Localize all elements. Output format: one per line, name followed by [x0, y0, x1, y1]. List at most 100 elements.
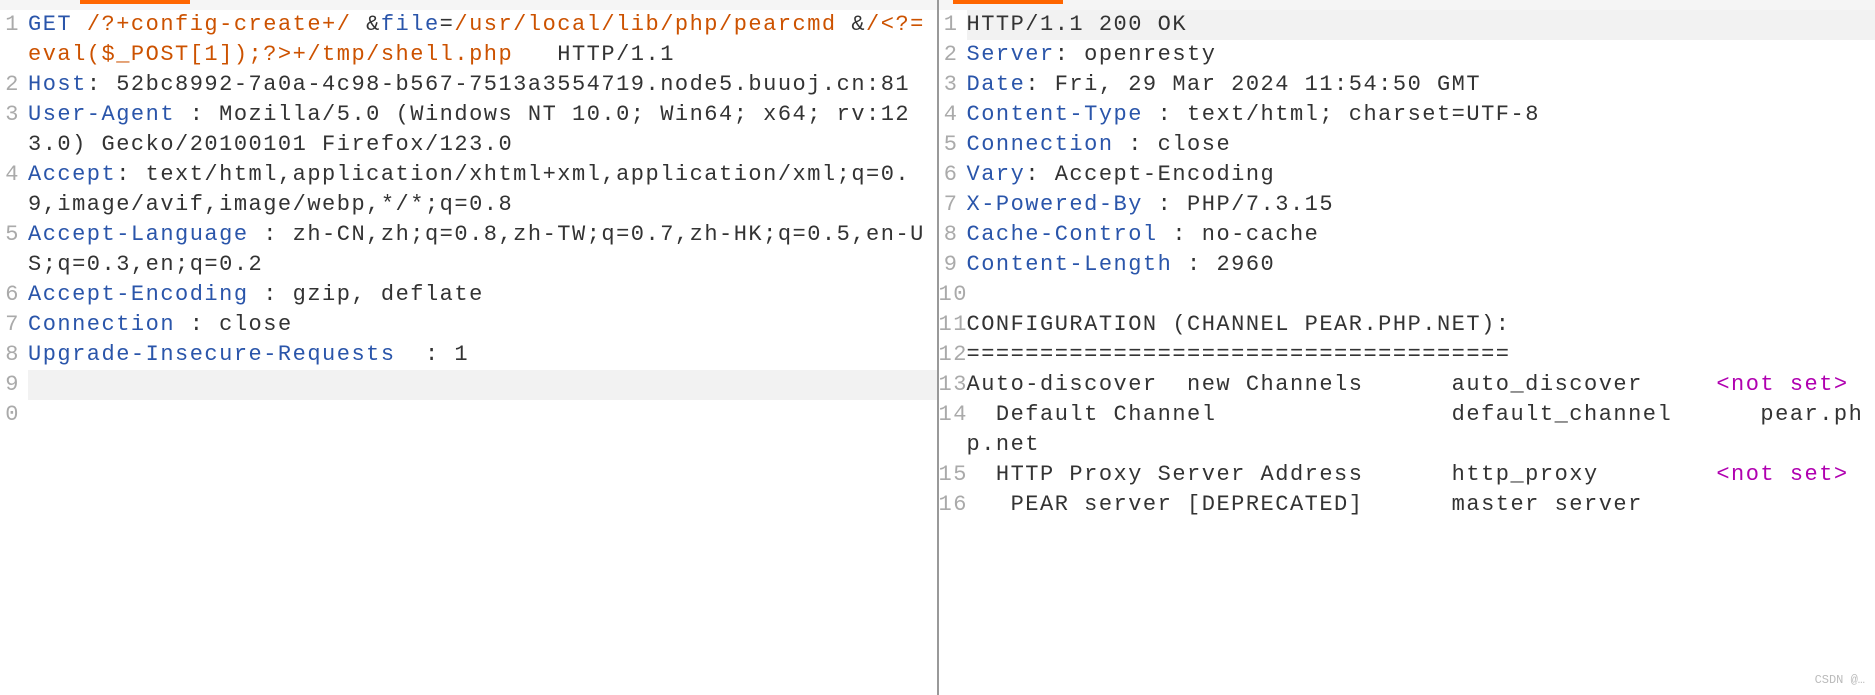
request-code[interactable]: GET /?+config-create+/ &file=/usr/local/… [24, 10, 937, 695]
response-tab-indicator [953, 0, 1063, 4]
code-token: HTTP Proxy Server Address http_proxy [967, 462, 1717, 487]
line-number: 4 [939, 100, 959, 130]
line-number: 9 [0, 370, 20, 400]
code-token: : 52bc8992-7a0a-4c98-b567-7513a3554719.n… [87, 72, 910, 97]
line-number: 7 [939, 190, 959, 220]
response-editor[interactable]: 12345678910111213141516 HTTP/1.1 200 OKS… [939, 10, 1875, 695]
line-number: 5 [939, 130, 959, 160]
line-number: 8 [0, 340, 20, 370]
code-token [72, 12, 87, 37]
code-token: Server [967, 42, 1055, 67]
code-line[interactable]: Content-Length : 2960 [967, 250, 1875, 280]
code-line[interactable]: Date: Fri, 29 Mar 2024 11:54:50 GMT [967, 70, 1875, 100]
response-gutter: 12345678910111213141516 [939, 10, 963, 695]
response-code[interactable]: HTTP/1.1 200 OKServer: openrestyDate: Fr… [963, 10, 1875, 695]
response-pane: 12345678910111213141516 HTTP/1.1 200 OKS… [939, 0, 1875, 695]
code-token: Default Channel default_channel pear.php… [967, 402, 1864, 457]
code-token: : close [1114, 132, 1232, 157]
code-token: Connection [28, 312, 175, 337]
code-token: Cache-Control [967, 222, 1158, 247]
line-number: 2 [0, 70, 20, 100]
code-line[interactable]: HTTP Proxy Server Address http_proxy <no… [967, 460, 1875, 490]
code-line[interactable]: Auto-discover new Channels auto_discover… [967, 370, 1875, 400]
code-line[interactable]: Connection : close [967, 130, 1875, 160]
line-number: 9 [939, 250, 959, 280]
code-line[interactable]: Connection : close [28, 310, 937, 340]
code-token: Date [967, 72, 1026, 97]
code-line[interactable]: Cache-Control : no-cache [967, 220, 1875, 250]
code-token: Content-Length [967, 252, 1173, 277]
code-token: : text/html,application/xhtml+xml,applic… [28, 162, 910, 217]
line-number: 13 [939, 370, 959, 400]
code-token: /?+config-create+/ [87, 12, 352, 37]
code-token: Upgrade-Insecure-Requests [28, 342, 396, 367]
code-line[interactable]: X-Powered-By : PHP/7.3.15 [967, 190, 1875, 220]
line-number: 1 [939, 10, 959, 40]
code-line[interactable]: Host: 52bc8992-7a0a-4c98-b567-7513a35547… [28, 70, 937, 100]
code-token: GET [28, 12, 72, 37]
line-number: 10 [939, 280, 959, 310]
code-line[interactable]: Server: openresty [967, 40, 1875, 70]
code-token: : gzip, deflate [249, 282, 484, 307]
line-number: 3 [939, 70, 959, 100]
line-number: 1 [0, 10, 20, 70]
code-line[interactable]: Default Channel default_channel pear.php… [967, 400, 1875, 460]
line-number: 6 [939, 160, 959, 190]
line-number: 12 [939, 340, 959, 370]
code-token: <not set> [1716, 462, 1848, 487]
code-line[interactable]: ===================================== [967, 340, 1875, 370]
request-pane: 1234567890 GET /?+config-create+/ &file=… [0, 0, 939, 695]
request-tab-indicator [80, 0, 190, 4]
code-line[interactable] [28, 400, 937, 430]
code-token: Connection [967, 132, 1114, 157]
code-line[interactable]: Vary: Accept-Encoding [967, 160, 1875, 190]
code-line[interactable]: PEAR server [DEPRECATED] master server [967, 490, 1875, 520]
code-token: : openresty [1055, 42, 1217, 67]
code-token: Host [28, 72, 87, 97]
code-token: Accept [28, 162, 116, 187]
code-line[interactable]: Accept-Encoding : gzip, deflate [28, 280, 937, 310]
code-token: HTTP/1.1 [513, 42, 675, 67]
line-number: 3 [0, 100, 20, 160]
code-line[interactable]: CONFIGURATION (CHANNEL PEAR.PHP.NET): [967, 310, 1875, 340]
code-line[interactable] [967, 280, 1875, 310]
code-line[interactable]: GET /?+config-create+/ &file=/usr/local/… [28, 10, 937, 70]
code-token: HTTP/1.1 200 OK [967, 12, 1188, 37]
code-token: X-Powered-By [967, 192, 1143, 217]
code-token: /usr/local/lib/php/pearcmd [454, 12, 836, 37]
request-gutter: 1234567890 [0, 10, 24, 695]
code-line[interactable] [28, 370, 937, 400]
line-number: 4 [0, 160, 20, 220]
code-line[interactable]: User-Agent : Mozilla/5.0 (Windows NT 10.… [28, 100, 937, 160]
code-token: : Fri, 29 Mar 2024 11:54:50 GMT [1025, 72, 1481, 97]
watermark: CSDN @… [1815, 673, 1865, 687]
code-line[interactable]: Upgrade-Insecure-Requests : 1 [28, 340, 937, 370]
code-token: : Accept-Encoding [1025, 162, 1275, 187]
code-line[interactable]: HTTP/1.1 200 OK [967, 10, 1875, 40]
code-token: Auto-discover new Channels auto_discover [967, 372, 1717, 397]
line-number: 16 [939, 490, 959, 520]
code-token: Accept-Language [28, 222, 249, 247]
code-token: ===================================== [967, 342, 1511, 367]
response-tab-strip [939, 0, 1875, 10]
code-token: : text/html; charset=UTF-8 [1143, 102, 1540, 127]
line-number: 0 [0, 400, 20, 430]
code-token: Content-Type [967, 102, 1143, 127]
code-token: User-Agent [28, 102, 175, 127]
code-token: Accept-Encoding [28, 282, 249, 307]
line-number: 8 [939, 220, 959, 250]
line-number: 7 [0, 310, 20, 340]
code-line[interactable]: Content-Type : text/html; charset=UTF-8 [967, 100, 1875, 130]
code-line[interactable]: Accept: text/html,application/xhtml+xml,… [28, 160, 937, 220]
code-token: <not set> [1716, 372, 1848, 397]
code-token: Vary [967, 162, 1026, 187]
code-line[interactable]: Accept-Language : zh-CN,zh;q=0.8,zh-TW;q… [28, 220, 937, 280]
line-number: 15 [939, 460, 959, 490]
code-token: & [351, 12, 380, 37]
request-tab-strip [0, 0, 937, 10]
request-editor[interactable]: 1234567890 GET /?+config-create+/ &file=… [0, 10, 937, 695]
line-number: 2 [939, 40, 959, 70]
code-token: PEAR server [DEPRECATED] master server [967, 492, 1643, 517]
code-token: : no-cache [1158, 222, 1320, 247]
code-token: CONFIGURATION (CHANNEL PEAR.PHP.NET): [967, 312, 1511, 337]
